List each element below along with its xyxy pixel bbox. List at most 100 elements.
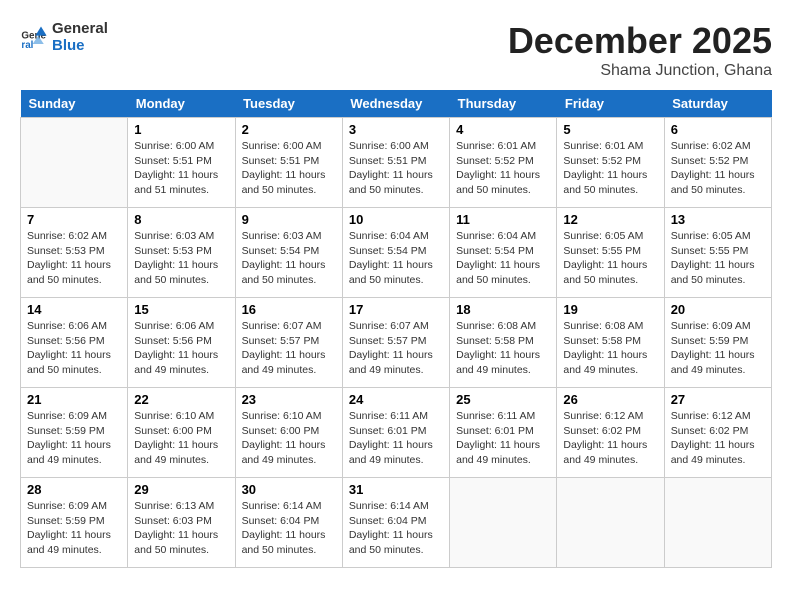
day-cell: 25 Sunrise: 6:11 AMSunset: 6:01 PMDayligh…	[450, 388, 557, 478]
logo-line2: Blue	[52, 37, 108, 54]
day-info: Sunrise: 6:01 AMSunset: 5:52 PMDaylight:…	[456, 139, 550, 198]
day-number: 4	[456, 122, 550, 137]
day-info: Sunrise: 6:12 AMSunset: 6:02 PMDaylight:…	[671, 409, 765, 468]
day-cell: 1 Sunrise: 6:00 AMSunset: 5:51 PMDaylight…	[128, 118, 235, 208]
day-cell: 26 Sunrise: 6:12 AMSunset: 6:02 PMDayligh…	[557, 388, 664, 478]
day-number: 12	[563, 212, 657, 227]
day-info: Sunrise: 6:03 AMSunset: 5:53 PMDaylight:…	[134, 229, 228, 288]
day-cell: 15Sunrise: 6:06 AMSunset: 5:56 PMDayligh…	[128, 298, 235, 388]
day-number: 5	[563, 122, 657, 137]
day-info: Sunrise: 6:11 AMSunset: 6:01 PMDaylight:…	[456, 409, 550, 468]
day-cell: 9 Sunrise: 6:03 AMSunset: 5:54 PMDaylight…	[235, 208, 342, 298]
day-number: 3	[349, 122, 443, 137]
day-cell: 27 Sunrise: 6:12 AMSunset: 6:02 PMDayligh…	[664, 388, 771, 478]
day-cell	[21, 118, 128, 208]
day-info: Sunrise: 6:00 AMSunset: 5:51 PMDaylight:…	[134, 139, 228, 198]
day-cell: 3Sunrise: 6:00 AMSunset: 5:51 PMDaylight…	[342, 118, 449, 208]
day-number: 24	[349, 392, 443, 407]
day-number: 23	[242, 392, 336, 407]
week-row-2: 7 Sunrise: 6:02 AMSunset: 5:53 PMDaylight…	[21, 208, 772, 298]
header-monday: Monday	[128, 90, 235, 118]
day-cell: 18 Sunrise: 6:08 AMSunset: 5:58 PMDayligh…	[450, 298, 557, 388]
day-number: 9	[242, 212, 336, 227]
day-number: 27	[671, 392, 765, 407]
day-info: Sunrise: 6:02 AMSunset: 5:53 PMDaylight:…	[27, 229, 121, 288]
day-cell: 19 Sunrise: 6:08 AMSunset: 5:58 PMDayligh…	[557, 298, 664, 388]
day-number: 10	[349, 212, 443, 227]
day-cell: 16 Sunrise: 6:07 AMSunset: 5:57 PMDayligh…	[235, 298, 342, 388]
day-number: 8	[134, 212, 228, 227]
logo-line1: General	[52, 20, 108, 37]
day-number: 29	[134, 482, 228, 497]
day-number: 21	[27, 392, 121, 407]
day-cell: 23 Sunrise: 6:10 AMSunset: 6:00 PMDayligh…	[235, 388, 342, 478]
month-title: December 2025	[508, 20, 772, 62]
day-number: 26	[563, 392, 657, 407]
header-sunday: Sunday	[21, 90, 128, 118]
day-info: Sunrise: 6:02 AMSunset: 5:52 PMDaylight:…	[671, 139, 765, 198]
day-number: 25	[456, 392, 550, 407]
day-cell: 6 Sunrise: 6:02 AMSunset: 5:52 PMDaylight…	[664, 118, 771, 208]
calendar-table: SundayMondayTuesdayWednesdayThursdayFrid…	[20, 90, 772, 568]
location: Shama Junction, Ghana	[508, 62, 772, 80]
day-info: Sunrise: 6:12 AMSunset: 6:02 PMDaylight:…	[563, 409, 657, 468]
week-row-5: 28 Sunrise: 6:09 AMSunset: 5:59 PMDayligh…	[21, 478, 772, 568]
header-saturday: Saturday	[664, 90, 771, 118]
day-info: Sunrise: 6:09 AMSunset: 5:59 PMDaylight:…	[27, 499, 121, 558]
day-number: 13	[671, 212, 765, 227]
day-info: Sunrise: 6:08 AMSunset: 5:58 PMDaylight:…	[563, 319, 657, 378]
day-number: 6	[671, 122, 765, 137]
day-cell: 30Sunrise: 6:14 AMSunset: 6:04 PMDayligh…	[235, 478, 342, 568]
day-info: Sunrise: 6:07 AMSunset: 5:57 PMDaylight:…	[242, 319, 336, 378]
day-info: Sunrise: 6:10 AMSunset: 6:00 PMDaylight:…	[242, 409, 336, 468]
svg-text:ral: ral	[21, 40, 33, 51]
day-cell: 4 Sunrise: 6:01 AMSunset: 5:52 PMDaylight…	[450, 118, 557, 208]
days-header-row: SundayMondayTuesdayWednesdayThursdayFrid…	[21, 90, 772, 118]
day-cell: 8 Sunrise: 6:03 AMSunset: 5:53 PMDaylight…	[128, 208, 235, 298]
day-number: 18	[456, 302, 550, 317]
week-row-3: 14 Sunrise: 6:06 AMSunset: 5:56 PMDayligh…	[21, 298, 772, 388]
day-cell: 28 Sunrise: 6:09 AMSunset: 5:59 PMDayligh…	[21, 478, 128, 568]
day-cell: 29 Sunrise: 6:13 AMSunset: 6:03 PMDayligh…	[128, 478, 235, 568]
day-cell	[664, 478, 771, 568]
day-number: 30	[242, 482, 336, 497]
day-cell: 14Sunrise: 6:06 AMSunset: 5:56 PMDayligh…	[21, 298, 128, 388]
day-info: Sunrise: 6:13 AMSunset: 6:03 PMDaylight:…	[134, 499, 228, 558]
day-cell: 13Sunrise: 6:05 AMSunset: 5:55 PMDayligh…	[664, 208, 771, 298]
day-number: 22	[134, 392, 228, 407]
day-number: 7	[27, 212, 121, 227]
day-number: 28	[27, 482, 121, 497]
day-info: Sunrise: 6:07 AMSunset: 5:57 PMDaylight:…	[349, 319, 443, 378]
day-cell	[450, 478, 557, 568]
day-number: 17	[349, 302, 443, 317]
day-info: Sunrise: 6:10 AMSunset: 6:00 PMDaylight:…	[134, 409, 228, 468]
week-row-4: 21Sunrise: 6:09 AMSunset: 5:59 PMDayligh…	[21, 388, 772, 478]
day-info: Sunrise: 6:06 AMSunset: 5:56 PMDaylight:…	[134, 319, 228, 378]
day-number: 20	[671, 302, 765, 317]
day-info: Sunrise: 6:03 AMSunset: 5:54 PMDaylight:…	[242, 229, 336, 288]
day-cell: 22 Sunrise: 6:10 AMSunset: 6:00 PMDayligh…	[128, 388, 235, 478]
day-info: Sunrise: 6:08 AMSunset: 5:58 PMDaylight:…	[456, 319, 550, 378]
day-number: 19	[563, 302, 657, 317]
day-info: Sunrise: 6:04 AMSunset: 5:54 PMDaylight:…	[456, 229, 550, 288]
day-number: 31	[349, 482, 443, 497]
day-cell: 5Sunrise: 6:01 AMSunset: 5:52 PMDaylight…	[557, 118, 664, 208]
day-cell: 17 Sunrise: 6:07 AMSunset: 5:57 PMDayligh…	[342, 298, 449, 388]
day-info: Sunrise: 6:14 AMSunset: 6:04 PMDaylight:…	[349, 499, 443, 558]
title-block: December 2025 Shama Junction, Ghana	[508, 20, 772, 80]
day-info: Sunrise: 6:09 AMSunset: 5:59 PMDaylight:…	[671, 319, 765, 378]
day-info: Sunrise: 6:11 AMSunset: 6:01 PMDaylight:…	[349, 409, 443, 468]
day-cell: 24 Sunrise: 6:11 AMSunset: 6:01 PMDayligh…	[342, 388, 449, 478]
day-number: 16	[242, 302, 336, 317]
day-cell: 20 Sunrise: 6:09 AMSunset: 5:59 PMDayligh…	[664, 298, 771, 388]
day-info: Sunrise: 6:00 AMSunset: 5:51 PMDaylight:…	[242, 139, 336, 198]
day-cell: 11Sunrise: 6:04 AMSunset: 5:54 PMDayligh…	[450, 208, 557, 298]
day-info: Sunrise: 6:05 AMSunset: 5:55 PMDaylight:…	[563, 229, 657, 288]
day-cell	[557, 478, 664, 568]
day-number: 2	[242, 122, 336, 137]
day-cell: 12 Sunrise: 6:05 AMSunset: 5:55 PMDayligh…	[557, 208, 664, 298]
day-number: 1	[134, 122, 228, 137]
logo: Gene ral General Blue	[20, 20, 108, 54]
day-number: 14	[27, 302, 121, 317]
week-row-1: 1 Sunrise: 6:00 AMSunset: 5:51 PMDaylight…	[21, 118, 772, 208]
